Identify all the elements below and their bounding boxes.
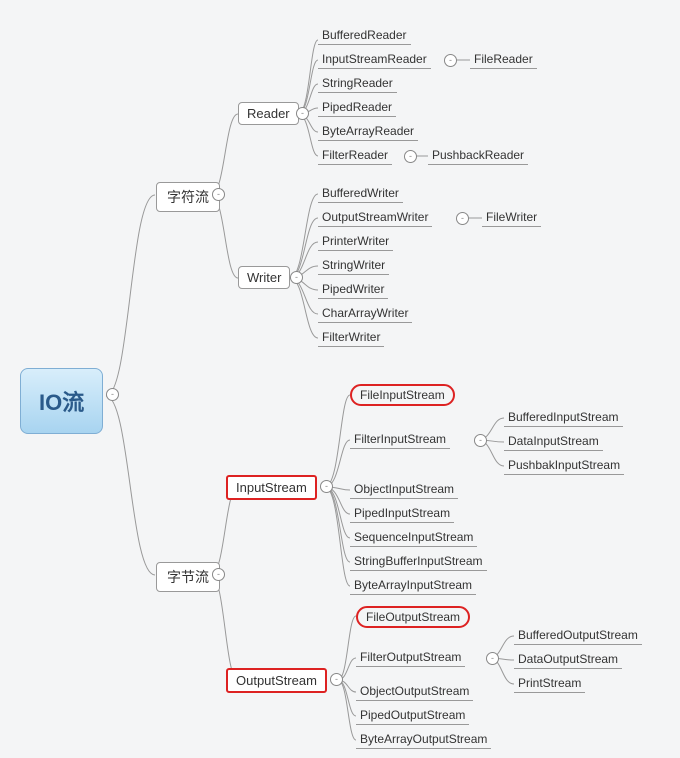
leaf-filterwriter[interactable]: FilterWriter (318, 328, 384, 347)
toggle-icon[interactable]: - (212, 568, 225, 581)
leaf-fileinputstream[interactable]: FileInputStream (350, 384, 455, 406)
leaf-bufferedoutputstream[interactable]: BufferedOutputStream (514, 626, 642, 645)
leaf-pipedreader[interactable]: PipedReader (318, 98, 396, 117)
leaf-filterinputstream[interactable]: FilterInputStream (350, 430, 450, 449)
leaf-filteroutputstream[interactable]: FilterOutputStream (356, 648, 465, 667)
leaf-dataoutputstream[interactable]: DataOutputStream (514, 650, 622, 669)
toggle-icon[interactable]: - (404, 150, 417, 163)
sub-reader[interactable]: Reader (238, 102, 299, 125)
leaf-outputstreamwriter[interactable]: OutputStreamWriter (318, 208, 432, 227)
leaf-inputstreamreader[interactable]: InputStreamReader (318, 50, 431, 69)
leaf-pushbakinputstream[interactable]: PushbakInputStream (504, 456, 624, 475)
leaf-pushbackreader[interactable]: PushbackReader (428, 146, 528, 165)
leaf-bytearrayoutputstream[interactable]: ByteArrayOutputStream (356, 730, 491, 749)
toggle-icon[interactable]: - (456, 212, 469, 225)
leaf-bufferedreader[interactable]: BufferedReader (318, 26, 411, 45)
leaf-fileoutputstream[interactable]: FileOutputStream (356, 606, 470, 628)
toggle-icon[interactable]: - (486, 652, 499, 665)
leaf-chararraywriter[interactable]: CharArrayWriter (318, 304, 412, 323)
toggle-icon[interactable]: - (290, 271, 303, 284)
sub-outputstream[interactable]: OutputStream (226, 668, 327, 693)
sub-writer[interactable]: Writer (238, 266, 290, 289)
toggle-icon[interactable]: - (474, 434, 487, 447)
leaf-pipedwriter[interactable]: PipedWriter (318, 280, 388, 299)
sub-inputstream[interactable]: InputStream (226, 475, 317, 500)
leaf-datainputstream[interactable]: DataInputStream (504, 432, 603, 451)
leaf-bytearrayreader[interactable]: ByteArrayReader (318, 122, 418, 141)
leaf-bufferedwriter[interactable]: BufferedWriter (318, 184, 403, 203)
leaf-stringwriter[interactable]: StringWriter (318, 256, 389, 275)
leaf-objectoutputstream[interactable]: ObjectOutputStream (356, 682, 473, 701)
leaf-sequenceinputstream[interactable]: SequenceInputStream (350, 528, 477, 547)
toggle-icon[interactable]: - (212, 188, 225, 201)
leaf-filereader[interactable]: FileReader (470, 50, 537, 69)
toggle-icon[interactable]: - (444, 54, 457, 67)
leaf-pipedoutputstream[interactable]: PipedOutputStream (356, 706, 469, 725)
leaf-stringreader[interactable]: StringReader (318, 74, 397, 93)
leaf-filewriter[interactable]: FileWriter (482, 208, 541, 227)
toggle-icon[interactable]: - (106, 388, 119, 401)
leaf-printstream[interactable]: PrintStream (514, 674, 585, 693)
branch-byte[interactable]: 字节流 (156, 562, 220, 592)
toggle-icon[interactable]: - (330, 673, 343, 686)
leaf-printerwriter[interactable]: PrinterWriter (318, 232, 393, 251)
leaf-filterreader[interactable]: FilterReader (318, 146, 392, 165)
root-node[interactable]: IO流 (20, 368, 103, 434)
toggle-icon[interactable]: - (296, 107, 309, 120)
leaf-stringbufferinputstream[interactable]: StringBufferInputStream (350, 552, 487, 571)
toggle-icon[interactable]: - (320, 480, 333, 493)
leaf-bytearrayinputstream[interactable]: ByteArrayInputStream (350, 576, 476, 595)
leaf-objectinputstream[interactable]: ObjectInputStream (350, 480, 458, 499)
branch-char[interactable]: 字符流 (156, 182, 220, 212)
leaf-pipedinputstream[interactable]: PipedInputStream (350, 504, 454, 523)
leaf-bufferedinputstream[interactable]: BufferedInputStream (504, 408, 623, 427)
